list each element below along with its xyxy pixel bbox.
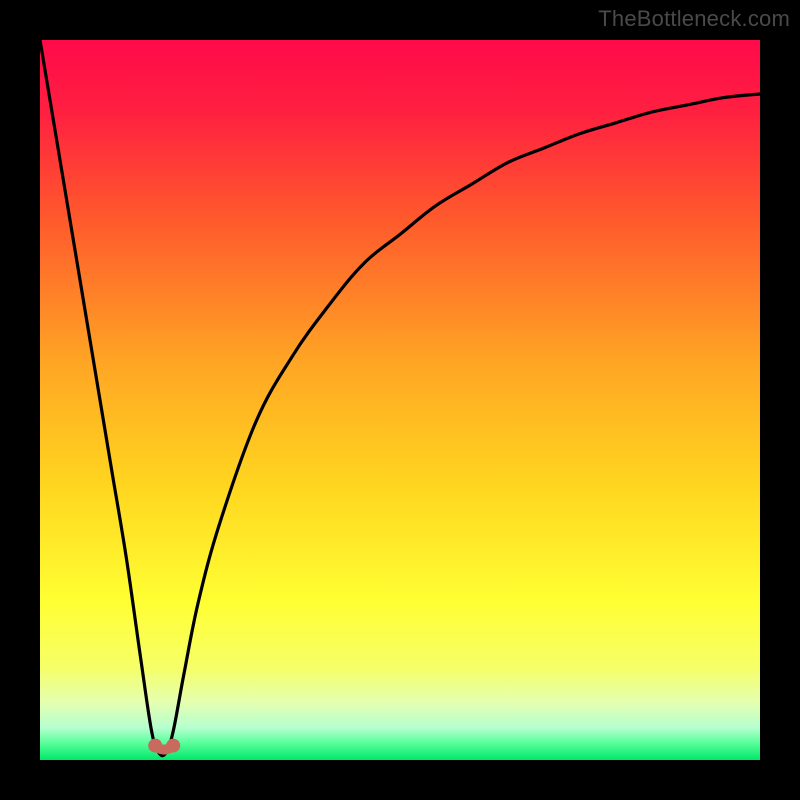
curve-path: [40, 40, 760, 756]
watermark-text: TheBottleneck.com: [598, 6, 790, 32]
minimum-marker: [148, 739, 162, 753]
minimum-marker: [166, 739, 180, 753]
chart-frame: TheBottleneck.com: [0, 0, 800, 800]
minimum-markers: [148, 739, 180, 753]
plot-area: [40, 40, 760, 760]
bottleneck-curve: [40, 40, 760, 760]
